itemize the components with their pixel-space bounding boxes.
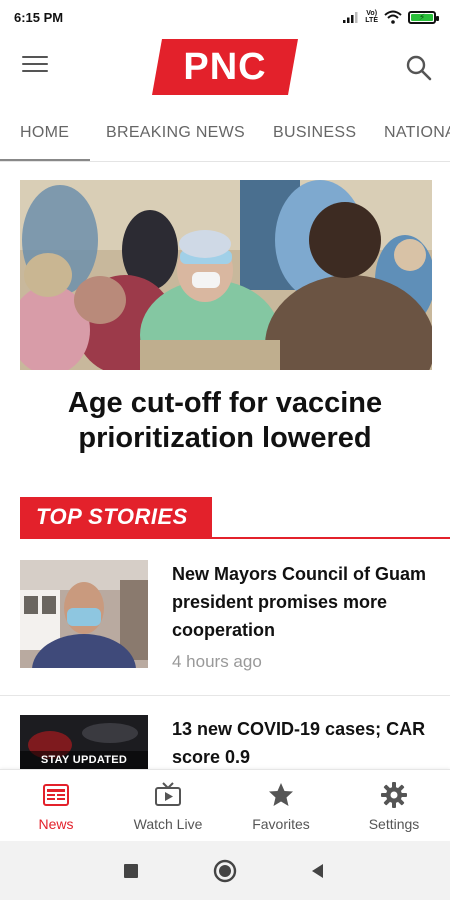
status-icons: Vo) LTE ⚡ bbox=[343, 10, 439, 24]
logo-text: PNC bbox=[183, 45, 267, 88]
nav-label: Settings bbox=[368, 816, 420, 832]
top-stories-header: TOP STORIES bbox=[20, 497, 450, 539]
triangle-back-icon[interactable] bbox=[306, 859, 330, 883]
nav-watch-live[interactable]: Watch Live bbox=[112, 770, 224, 842]
circle-home-icon[interactable] bbox=[213, 859, 237, 883]
nav-label: News bbox=[38, 816, 74, 832]
tab-national[interactable]: NATIONAL bbox=[384, 124, 450, 142]
hero-photo-vaccination-scene bbox=[20, 180, 432, 370]
story-thumbnail[interactable] bbox=[20, 560, 148, 668]
status-time: 6:15 PM bbox=[14, 9, 64, 25]
square-recents-icon[interactable] bbox=[119, 859, 143, 883]
category-tabs: HOME BREAKING NEWS BUSINESS NATIONAL bbox=[0, 102, 450, 162]
story-timestamp: 4 hours ago bbox=[172, 652, 262, 671]
nav-label: Favorites bbox=[252, 816, 310, 832]
thumbnail-label: STAY UPDATED bbox=[20, 751, 148, 769]
nav-news[interactable]: News bbox=[0, 770, 112, 842]
tab-breaking-news[interactable]: BREAKING NEWS bbox=[106, 124, 245, 142]
bottom-navigation: News Watch Live Favorites Settings bbox=[0, 769, 450, 841]
battery-icon: ⚡ bbox=[408, 10, 439, 24]
newspaper-icon bbox=[43, 784, 69, 806]
nav-settings[interactable]: Settings bbox=[338, 770, 450, 842]
nav-favorites[interactable]: Favorites bbox=[225, 770, 337, 842]
pnc-logo[interactable]: PNC bbox=[152, 39, 298, 95]
active-tab-indicator bbox=[0, 159, 90, 161]
tv-icon bbox=[155, 782, 181, 806]
hero-headline[interactable]: Age cut-off for vaccine prioritization l… bbox=[20, 386, 430, 456]
wifi-icon bbox=[384, 10, 402, 24]
hamburger-menu-icon[interactable] bbox=[22, 56, 48, 76]
status-bar: 6:15 PM Vo) LTE ⚡ bbox=[0, 0, 450, 34]
star-icon bbox=[269, 783, 293, 806]
story-title[interactable]: New Mayors Council of Guam president pro… bbox=[172, 560, 434, 644]
lte-indicator: Vo) LTE bbox=[365, 10, 378, 24]
section-underline bbox=[20, 537, 450, 539]
story-divider bbox=[0, 695, 450, 696]
story-item[interactable]: STAY UPDATED 13 new COVID-19 cases; CAR … bbox=[0, 715, 450, 769]
tab-home[interactable]: HOME bbox=[20, 124, 69, 142]
story-title[interactable]: 13 new COVID-19 cases; CAR score 0.9 bbox=[172, 715, 434, 769]
section-label: TOP STORIES bbox=[20, 497, 212, 537]
app-header: PNC bbox=[0, 34, 450, 102]
gear-icon bbox=[381, 782, 407, 808]
story-thumbnail[interactable]: STAY UPDATED bbox=[20, 715, 148, 769]
nav-label: Watch Live bbox=[133, 816, 203, 832]
charging-bolt-icon: ⚡ bbox=[418, 11, 426, 22]
story-photo-mayor bbox=[20, 560, 148, 668]
system-navigation-bar bbox=[0, 841, 450, 900]
story-item[interactable]: New Mayors Council of Guam president pro… bbox=[0, 560, 450, 695]
signal-icon bbox=[343, 12, 358, 23]
hero-image[interactable] bbox=[20, 180, 432, 370]
search-icon[interactable] bbox=[405, 54, 433, 82]
tab-business[interactable]: BUSINESS bbox=[273, 124, 356, 142]
